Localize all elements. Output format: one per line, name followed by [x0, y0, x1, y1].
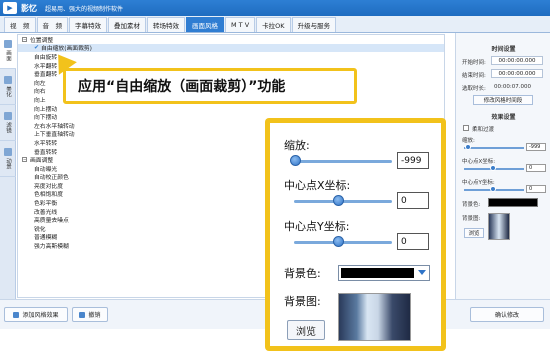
callout-banner: 应用“自由缩放（画面裁剪）”功能	[63, 68, 357, 104]
picture-icon	[4, 40, 12, 48]
undo-icon	[79, 311, 86, 318]
bg-color-label-large: 背景色:	[284, 267, 321, 280]
zoom-slider-knob[interactable]	[465, 144, 471, 150]
app-name: 影忆	[21, 3, 37, 13]
duration-value: 00:00:07.000	[494, 84, 531, 90]
center-x-input-large[interactable]: 0	[397, 192, 429, 209]
bg-image-thumbnail	[488, 213, 510, 240]
menu-bar: 视 频 音 频 字幕特效 叠加素材 转场特效 画面风格 M T V 卡拉OK 升…	[0, 16, 550, 33]
center-x-input[interactable]: 0	[526, 164, 546, 172]
collapse-icon[interactable]: −	[22, 157, 27, 163]
tree-category[interactable]: − 位置调整	[18, 35, 444, 44]
app-slogan: 超易用、强大的视频制作软件	[45, 5, 124, 13]
tab-mtv[interactable]: M T V	[225, 17, 256, 32]
check-icon: ✔	[34, 44, 40, 52]
title-bar: ▶ 影忆 超易用、强大的视频制作软件	[0, 0, 550, 16]
center-x-knob[interactable]	[490, 165, 496, 171]
bg-image-label: 背景图:	[462, 216, 481, 222]
left-tab-motion[interactable]: 动景	[0, 141, 16, 177]
bg-color-swatch	[341, 268, 414, 278]
soft-transition-checkbox[interactable]	[463, 125, 469, 131]
tab-video[interactable]: 视 频	[4, 17, 36, 32]
zoom-input-large[interactable]: -999	[397, 152, 429, 169]
tab-style[interactable]: 画面风格	[186, 17, 224, 32]
tab-transition[interactable]: 转场特效	[147, 17, 185, 32]
center-y-label: 中心点Y坐标:	[462, 180, 495, 186]
center-y-knob[interactable]	[490, 186, 496, 192]
zoom-label: 缩放:	[462, 138, 475, 144]
settings-panel: 时间设置 开始时间: 00:00:00.000 结束时间: 00:00:00.0…	[455, 33, 550, 299]
collapse-icon[interactable]: −	[22, 36, 27, 42]
bg-color-label: 背景色:	[462, 202, 481, 208]
center-x-label-large: 中心点X坐标:	[284, 179, 351, 192]
zoom-slider-large[interactable]	[294, 160, 392, 163]
left-tab-filter[interactable]: 滤镜	[0, 105, 16, 141]
left-tab-picture[interactable]: 画面	[0, 33, 16, 69]
center-y-knob-large[interactable]	[333, 236, 344, 247]
bg-color-dropdown[interactable]	[338, 265, 430, 281]
left-tabs: 画面 美化 滤镜 动景	[0, 33, 16, 299]
effect-settings-title: 效果设置	[491, 114, 516, 121]
start-time-label: 开始时间:	[462, 60, 486, 66]
confirm-modify-button[interactable]: 确认修改	[470, 307, 544, 322]
modify-style-time-button[interactable]: 修改风格时间段	[473, 95, 533, 105]
end-time-label: 结束时间:	[462, 73, 486, 79]
zoom-input[interactable]: -999	[526, 143, 546, 151]
app-logo-icon: ▶	[3, 2, 17, 14]
tab-upgrade[interactable]: 升级与服务	[291, 17, 337, 32]
left-tab-label: 画面	[5, 50, 11, 61]
add-style-effect-button[interactable]: 添加风格效果	[4, 307, 68, 322]
center-y-label-large: 中心点Y坐标:	[284, 220, 350, 233]
center-y-input-large[interactable]: 0	[397, 233, 429, 250]
center-x-knob-large[interactable]	[333, 195, 344, 206]
left-tab-label: 动景	[5, 158, 11, 169]
undo-button[interactable]: 撤销	[72, 307, 108, 322]
add-icon	[13, 311, 20, 318]
tree-item-free-zoom[interactable]: ✔ 自由缩放(画面裁剪)	[18, 43, 444, 52]
browse-button-small[interactable]: 浏览	[464, 228, 484, 238]
filter-icon	[4, 112, 12, 120]
duration-label: 选取时长:	[462, 86, 486, 92]
left-tab-beautify[interactable]: 美化	[0, 69, 16, 105]
bg-color-picker[interactable]	[488, 198, 538, 207]
zoom-slider[interactable]	[464, 147, 524, 149]
time-settings-title: 时间设置	[491, 46, 516, 53]
bg-image-preview	[338, 293, 411, 341]
center-y-input[interactable]: 0	[526, 185, 546, 193]
tab-karaoke[interactable]: 卡拉OK	[256, 17, 291, 32]
tree-item[interactable]: 向上摆动	[18, 104, 444, 113]
left-tab-label: 美化	[5, 86, 11, 97]
zoom-label-large: 缩放:	[284, 139, 310, 152]
zoomed-settings-callout: 缩放: -999 中心点X坐标: 0 中心点Y坐标: 0 背景色: 背景图: 浏…	[266, 119, 445, 350]
start-time-field[interactable]: 00:00:00.000	[491, 56, 543, 65]
zoom-knob-large[interactable]	[290, 155, 301, 166]
browse-button[interactable]: 浏览	[287, 320, 325, 340]
left-tab-label: 滤镜	[5, 122, 11, 133]
motion-icon	[4, 148, 12, 156]
tab-audio[interactable]: 音 频	[36, 17, 68, 32]
beautify-icon	[4, 76, 12, 84]
tab-overlay[interactable]: 叠加素材	[108, 17, 146, 32]
bg-image-label-large: 背景图:	[284, 295, 321, 308]
soft-transition-label: 柔和过渡	[472, 127, 495, 133]
tree-item[interactable]: 自由旋转	[18, 52, 444, 61]
chevron-down-icon	[418, 270, 426, 275]
end-time-field[interactable]: 00:00:00.000	[491, 69, 543, 78]
tab-subtitle[interactable]: 字幕特效	[69, 17, 107, 32]
center-x-label: 中心点X坐标:	[462, 159, 496, 165]
